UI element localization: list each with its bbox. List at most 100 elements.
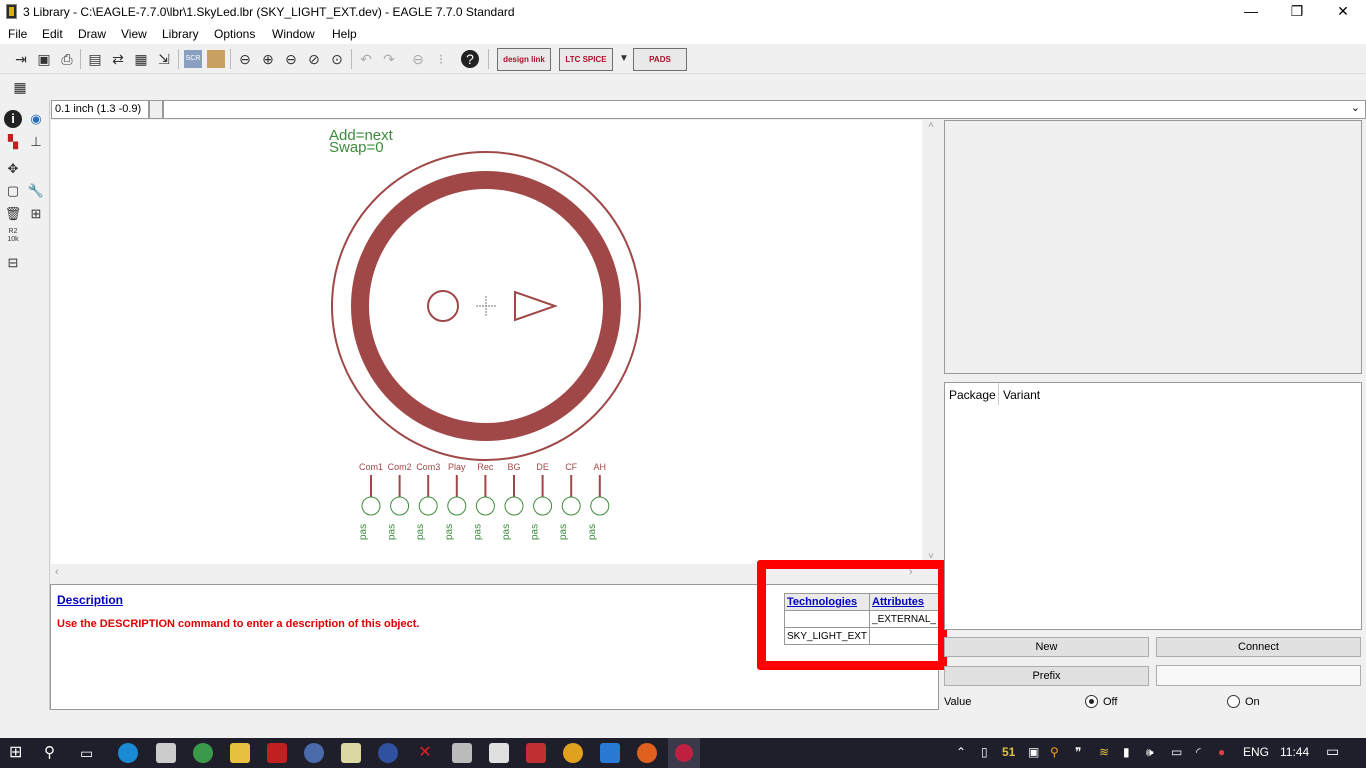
name-value-icon[interactable]: R2 10k — [4, 228, 22, 246]
zoom-select-icon[interactable]: ⊙ — [328, 50, 346, 68]
chrome-icon[interactable] — [563, 743, 583, 763]
drawing-canvas[interactable]: Add=next Swap=0 Com1 pas Com2 pas Com3 pas Pla… — [51, 120, 922, 564]
pin-swap-icon[interactable]: ⊟ — [4, 254, 22, 272]
usb-icon[interactable]: ▯ — [981, 745, 988, 759]
designlink-button[interactable]: design link — [497, 48, 551, 71]
tray-quote-icon[interactable]: ❞ — [1075, 745, 1081, 759]
pin-connection-circle[interactable] — [475, 496, 495, 516]
app-icon-2[interactable] — [156, 743, 176, 763]
menu-library[interactable]: Library — [162, 27, 199, 41]
technologies-link[interactable]: Technologies — [783, 593, 871, 611]
pads-button[interactable]: PADS — [633, 48, 687, 71]
clock[interactable]: 11:44 — [1280, 745, 1309, 759]
app-icon-9[interactable]: ✕ — [415, 743, 435, 763]
calculator-icon[interactable] — [452, 743, 472, 763]
minimize-button[interactable]: — — [1228, 0, 1274, 24]
pin-connection-circle[interactable] — [590, 496, 610, 516]
package-column-header[interactable]: Package — [949, 388, 996, 402]
display-layers-icon[interactable]: ▚ — [4, 133, 22, 151]
zoom-redraw-icon[interactable]: ⊘ — [305, 50, 323, 68]
show-icon[interactable]: ◉ — [27, 110, 45, 128]
go-icon[interactable]: ⁝ — [432, 50, 450, 68]
open-icon[interactable]: ⇥ — [12, 50, 30, 68]
search-icon[interactable]: ⚲ — [44, 743, 64, 763]
script-run-icon[interactable]: SCR — [184, 50, 202, 68]
grid-icon[interactable]: ▦ — [11, 78, 29, 96]
script-icon[interactable]: ⇄ — [109, 50, 127, 68]
ltspice-button[interactable]: LTC SPICE — [559, 48, 613, 71]
windows-start-icon[interactable]: ⊞ — [9, 743, 29, 763]
chevron-up-icon[interactable]: ⌃ — [956, 745, 966, 759]
zoom-in-icon[interactable]: ⊕ — [259, 50, 277, 68]
pin-connection-circle[interactable] — [361, 496, 381, 516]
print-icon[interactable]: ⎙ — [58, 50, 76, 68]
undo-icon[interactable]: ↶ — [357, 50, 375, 68]
tray-search-icon[interactable]: ⚲ — [1050, 745, 1059, 759]
tray-app-icon[interactable]: ▣ — [1028, 745, 1039, 759]
tray-badge[interactable]: 51 — [1002, 745, 1015, 759]
value-off-radio[interactable] — [1085, 695, 1098, 708]
group-icon[interactable]: ▢ — [4, 182, 22, 200]
app-icon-6[interactable] — [304, 743, 324, 763]
pin-connection-circle[interactable] — [504, 496, 524, 516]
app-icon-3[interactable] — [193, 743, 213, 763]
ulp-run-icon[interactable] — [207, 50, 225, 68]
change-icon[interactable]: 🔧 — [27, 182, 45, 200]
save-icon[interactable]: ▣ — [35, 50, 53, 68]
close-button[interactable]: ✕ — [1320, 0, 1366, 24]
value-on-radio[interactable] — [1227, 695, 1240, 708]
vertical-scrollbar[interactable]: ˄ ˅ — [922, 120, 940, 564]
help-icon[interactable]: ? — [461, 50, 479, 68]
wifi-icon[interactable]: ◜ — [1196, 745, 1201, 759]
delete-icon[interactable]: 🗑 — [4, 205, 22, 223]
description-link[interactable]: Description — [57, 593, 123, 607]
stop-icon[interactable]: ⊖ — [409, 50, 427, 68]
connect-button[interactable]: Connect — [1156, 637, 1361, 657]
new-button[interactable]: New — [944, 637, 1149, 657]
zoom-fit-icon[interactable]: ⊖ — [236, 50, 254, 68]
edge-icon[interactable] — [118, 743, 138, 763]
ulp-icon[interactable]: ▦ — [132, 50, 150, 68]
redo-icon[interactable]: ↷ — [380, 50, 398, 68]
signal-icon[interactable]: ▮ — [1123, 745, 1130, 759]
pin-connection-circle[interactable] — [533, 496, 553, 516]
info-icon[interactable]: i — [4, 110, 22, 128]
menu-view[interactable]: View — [121, 27, 147, 41]
restore-button[interactable]: ❐ — [1274, 0, 1320, 24]
pin-connection-circle[interactable] — [418, 496, 438, 516]
menu-options[interactable]: Options — [214, 27, 255, 41]
tray-wifi-app-icon[interactable]: ≋ — [1099, 745, 1109, 759]
menu-edit[interactable]: Edit — [42, 27, 63, 41]
volume-icon[interactable]: 🕪 — [1146, 745, 1154, 760]
move-icon[interactable]: ✥ — [4, 160, 22, 178]
app-icon-14[interactable] — [600, 743, 620, 763]
menu-file[interactable]: File — [8, 27, 27, 41]
prefix-button[interactable]: Prefix — [944, 666, 1149, 686]
app-icon-7[interactable] — [341, 743, 361, 763]
language-indicator[interactable]: ENG — [1243, 745, 1269, 759]
firefox-icon[interactable] — [637, 743, 657, 763]
eagle-task-active[interactable] — [668, 738, 700, 768]
export-icon[interactable]: ⇲ — [155, 50, 173, 68]
chevron-down-icon[interactable]: ⌄ — [1351, 101, 1360, 114]
app-icon-8[interactable] — [378, 743, 398, 763]
variant-column-header[interactable]: Variant — [1003, 388, 1040, 402]
pin-connection-circle[interactable] — [447, 496, 467, 516]
package-list[interactable]: Package Variant — [944, 382, 1362, 630]
ltspice-dropdown-icon[interactable]: ▼ — [615, 50, 633, 68]
zoom-out-icon[interactable]: ⊖ — [282, 50, 300, 68]
add-icon[interactable]: ⊞ — [27, 205, 45, 223]
tray-red-icon[interactable]: ● — [1218, 745, 1225, 759]
app-icon-11[interactable] — [489, 743, 509, 763]
pin-connection-circle[interactable] — [561, 496, 581, 516]
menu-help[interactable]: Help — [332, 27, 357, 41]
command-line-input[interactable] — [163, 100, 1366, 119]
cam-icon[interactable]: ▤ — [86, 50, 104, 68]
battery-icon[interactable]: ▭ — [1171, 745, 1182, 759]
attributes-link[interactable]: Attributes — [869, 593, 939, 611]
pin-connection-circle[interactable] — [390, 496, 410, 516]
horizontal-scrollbar[interactable]: ‹ › — [51, 564, 922, 583]
task-view-icon[interactable]: ▭ — [80, 743, 100, 763]
mark-icon[interactable]: ⊥ — [27, 133, 45, 151]
menu-window[interactable]: Window — [272, 27, 315, 41]
